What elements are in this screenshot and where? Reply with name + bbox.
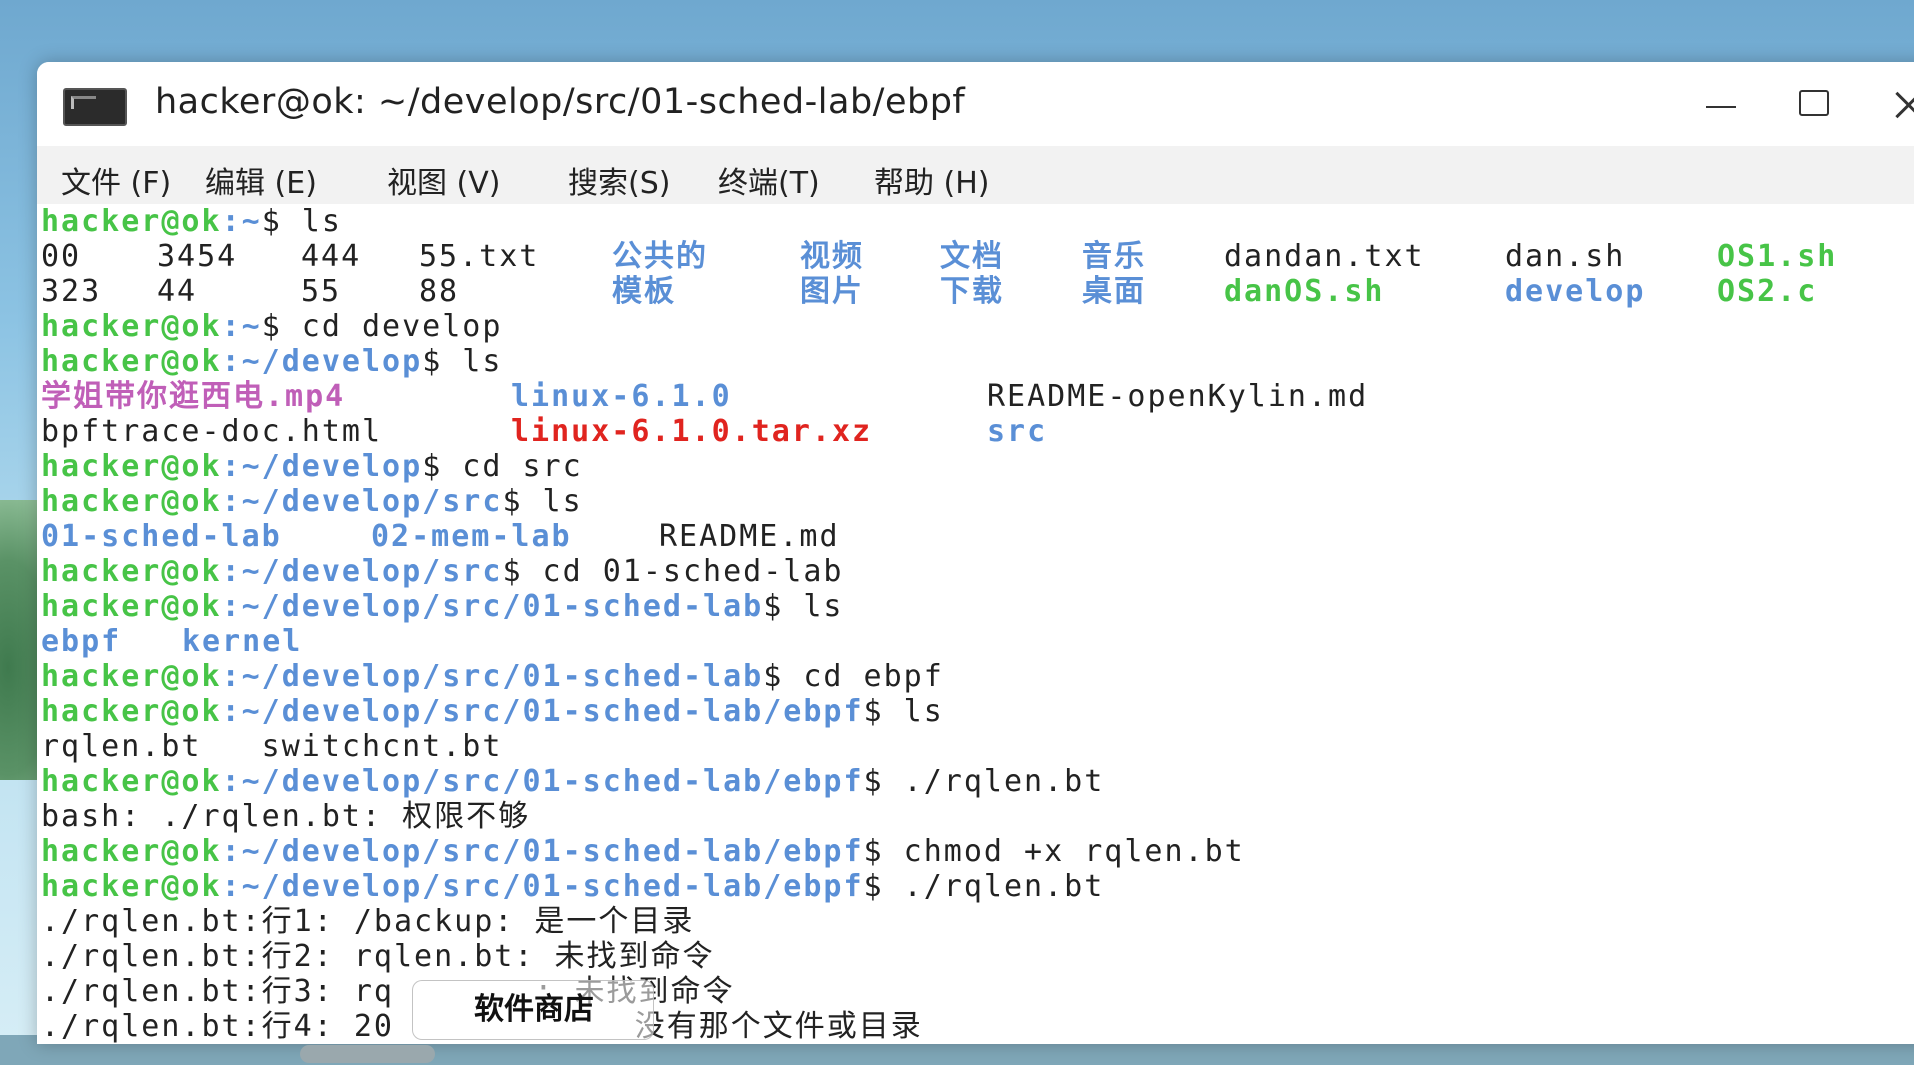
- menu-view[interactable]: 视图 (V): [387, 158, 500, 202]
- terminal-line: hacker@ok:~/develop/src/01-sched-lab$ ls: [41, 589, 844, 624]
- terminal-line: 01-sched-lab 02-mem-lab README.md: [41, 519, 840, 554]
- terminal-output[interactable]: hacker@ok:~$ ls 00 3454 444 55.txt 公共的 视…: [37, 204, 1914, 1044]
- minimize-button[interactable]: [1698, 84, 1744, 130]
- maximize-button[interactable]: [1791, 84, 1837, 130]
- terminal-line: hacker@ok:~/develop$ ls: [41, 344, 503, 379]
- terminal-line: hacker@ok:~/develop/src/01-sched-lab/ebp…: [41, 694, 944, 729]
- terminal-line: hacker@ok:~/develop$ cd src: [41, 449, 583, 484]
- terminal-line: hacker@ok:~$ cd develop: [41, 309, 503, 344]
- menu-help[interactable]: 帮助 (H): [874, 158, 990, 202]
- terminal-line: ./rqlen.bt:行2: rqlen.bt: 未找到命令: [41, 939, 715, 974]
- terminal-line: 323 44 55 88 模板 图片 下载 桌面 danOS.sh develo…: [41, 274, 1818, 309]
- terminal-line: 00 3454 444 55.txt 公共的 视频 文档 音乐 dandan.t…: [41, 239, 1838, 274]
- terminal-line: hacker@ok:~/develop/src/01-sched-lab/ebp…: [41, 764, 1105, 799]
- window-title: hacker@ok: ~/develop/src/01-sched-lab/eb…: [155, 82, 966, 122]
- terminal-line: hacker@ok:~/develop/src/01-sched-lab$ cd…: [41, 659, 944, 694]
- title-bar[interactable]: hacker@ok: ~/develop/src/01-sched-lab/eb…: [37, 62, 1914, 146]
- menu-search[interactable]: 搜索(S): [568, 158, 670, 202]
- terminal-line: hacker@ok:~/develop/src$ ls: [41, 484, 583, 519]
- terminal-line: hacker@ok:~/develop/src/01-sched-lab/ebp…: [41, 834, 1245, 869]
- terminal-line: bpftrace-doc.html linux-6.1.0.tar.xz src: [41, 414, 1048, 449]
- terminal-line: ebpf kernel: [41, 624, 303, 659]
- desktop: hacker@ok: ~/develop/src/01-sched-lab/eb…: [0, 0, 1914, 1065]
- menu-file[interactable]: 文件 (F): [61, 158, 171, 202]
- terminal-line: hacker@ok:~$ ls: [41, 204, 342, 239]
- close-button[interactable]: [1885, 84, 1914, 130]
- menu-edit[interactable]: 编辑 (E): [205, 158, 317, 202]
- horizontal-scrollbar-thumb[interactable]: [300, 1045, 435, 1063]
- terminal-app-icon: [63, 88, 127, 126]
- terminal-line: ./rqlen.bt:行1: /backup: 是一个目录: [41, 904, 695, 939]
- terminal-line: 学姐带你逛西电.mp4 linux-6.1.0 README-openKylin…: [41, 379, 1369, 414]
- terminal-line: hacker@ok:~/develop/src/01-sched-lab/ebp…: [41, 869, 1105, 904]
- menu-bar: 文件 (F) 编辑 (E) 视图 (V) 搜索(S) 终端(T) 帮助 (H): [37, 146, 1914, 204]
- terminal-line: rqlen.bt switchcnt.bt: [41, 729, 503, 764]
- app-store-tooltip-label: 软件商店: [474, 992, 594, 1027]
- terminal-line: hacker@ok:~/develop/src$ cd 01-sched-lab: [41, 554, 844, 589]
- terminal-window[interactable]: hacker@ok: ~/develop/src/01-sched-lab/eb…: [37, 62, 1914, 1044]
- terminal-line: bash: ./rqlen.bt: 权限不够: [41, 799, 531, 834]
- menu-terminal[interactable]: 终端(T): [718, 158, 820, 202]
